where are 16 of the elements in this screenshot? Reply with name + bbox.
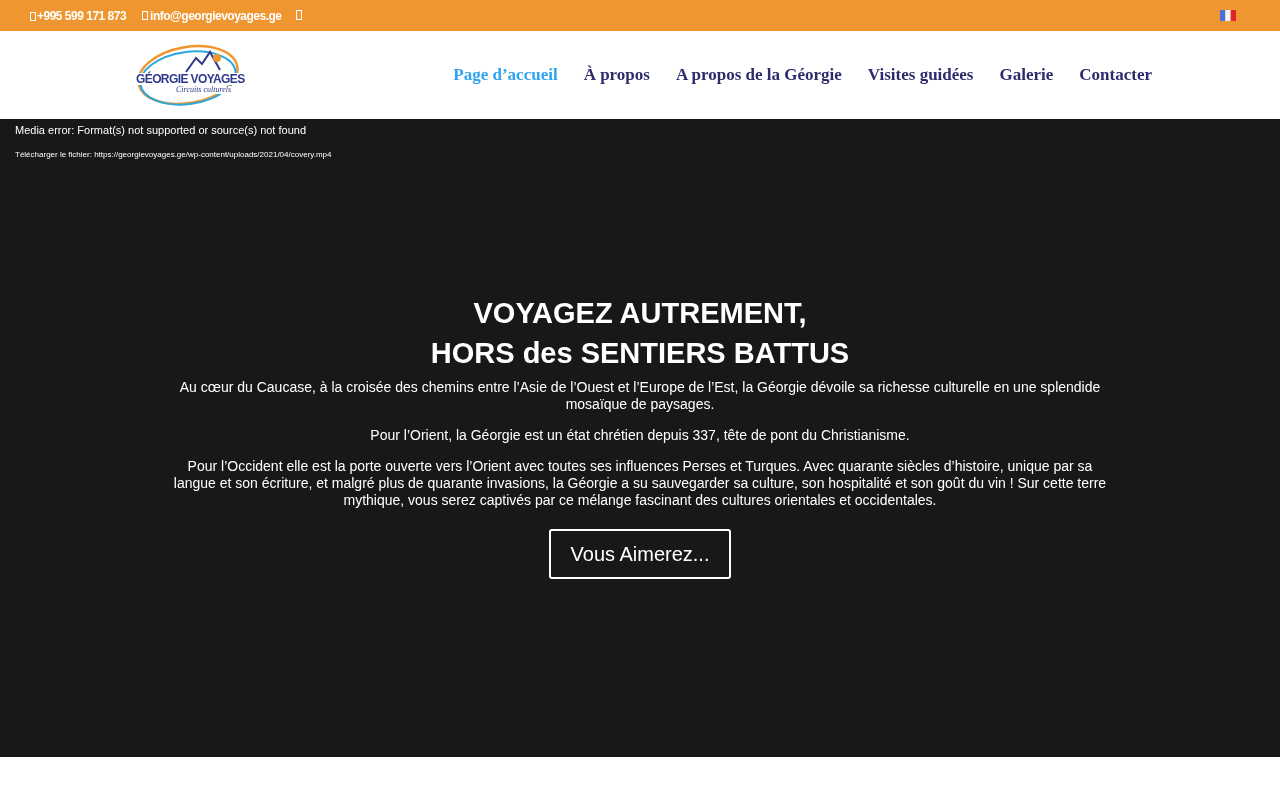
nav-link[interactable]: A propos de la Géorgie [675, 62, 842, 88]
logo-name: GÉORGIE VOYAGES [136, 73, 245, 85]
media-error-message: Media error: Format(s) not supported or source(s) not found [15, 123, 307, 137]
hero-paragraph: Pour l’Occident elle est la porte ouverte vers l’Orient avec toutes ses influences Perses et Turques. Avec quarante siècles d’histoire, unique par sa langue et son écriture, et malgré plus de quarante invasions, la Géorgie a su sauvegarder sa culture, son hospitalité et son goût du vin ! Sur cette terre mythique, vous serez captivés par ce mélange fascinant des cultures orientales et occidentales. [172, 458, 1108, 509]
logo-tagline: Circuits culturels [176, 86, 232, 94]
download-link[interactable]: Télécharger le fichier: https://georgievoyages.ge/wp-content/uploads/2021/04/covery.mp4 [15, 149, 1265, 161]
hero-paragraph: Pour l’Orient, la Géorgie est un état chrétien depuis 337, tête de pont du Christianisme. [369, 427, 911, 444]
flag-icon[interactable] [1220, 10, 1236, 21]
nav-link[interactable]: Visites guidées [867, 62, 974, 88]
vous-aimerez-button[interactable]: Vous Aimerez... [548, 529, 732, 579]
nav-link[interactable]: À propos [583, 62, 650, 88]
nav-link[interactable]: Galerie [999, 62, 1054, 88]
nav-link[interactable]: Contacter [1079, 62, 1152, 88]
hero-title: VOYAGEZ AUTREMENT, [473, 296, 807, 331]
hero-paragraph: Au cœur du Caucase, à la croisée des chemins entre l’Asie de l’Ouest et l’Europe de l’Est, la Géorgie dévoile sa richesse culturelle en une splendide mosaïque de paysages. [178, 379, 1102, 413]
hero-title: HORS des SENTIERS BATTUS [430, 336, 850, 371]
